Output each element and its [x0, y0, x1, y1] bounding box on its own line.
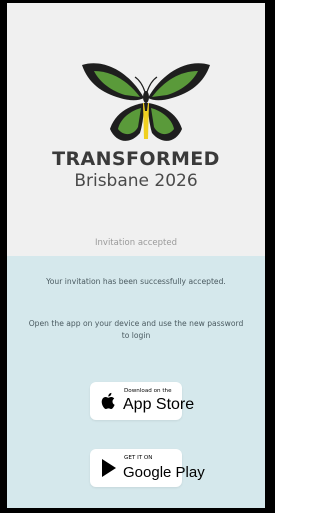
- success-message: Your invitation has been successfully ac…: [46, 277, 226, 286]
- brand-title: TRANSFORMED: [52, 148, 220, 170]
- play-triangle-icon: [102, 459, 116, 477]
- app-store-button[interactable]: Download on the App Store: [90, 382, 194, 420]
- brand-subtitle: Brisbane 2026: [74, 171, 198, 191]
- google-play-label: Google Play: [123, 464, 205, 481]
- device-frame: TRANSFORMED Brisbane 2026 Invitation acc…: [0, 0, 275, 513]
- info-panel: Your invitation has been successfully ac…: [7, 256, 265, 508]
- google-play-small-label: GET IT ON: [124, 455, 153, 461]
- status-text: Invitation accepted: [95, 238, 177, 248]
- app-store-label: App Store: [123, 396, 195, 413]
- apple-icon: [101, 392, 115, 409]
- instructions-message: Open the app on your device and use the …: [28, 319, 244, 340]
- google-play-button[interactable]: GET IT ON Google Play: [90, 449, 205, 487]
- app-store-small-label: Download on the: [124, 388, 172, 394]
- butterfly-logo-icon: [82, 63, 210, 141]
- app-screen: TRANSFORMED Brisbane 2026 Invitation acc…: [7, 3, 265, 508]
